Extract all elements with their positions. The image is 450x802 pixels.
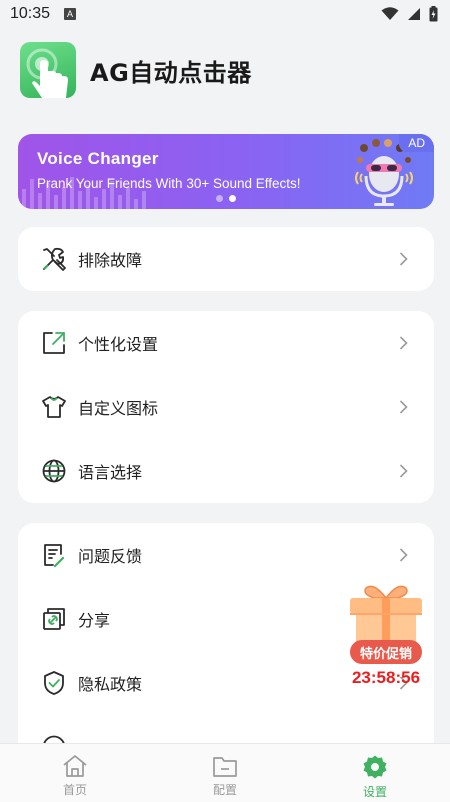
- language-label: 语言选择: [78, 463, 143, 482]
- notification-icon: A: [64, 8, 77, 20]
- troubleshoot-card: 排除故障: [18, 227, 434, 291]
- promo-widget[interactable]: 特价促销 23:58:56: [344, 578, 428, 696]
- chevron-right-icon: [399, 252, 408, 266]
- custom-icon-row[interactable]: 自定义图标: [18, 375, 434, 439]
- tap-hand-icon: [26, 48, 68, 98]
- battery-icon: [429, 6, 438, 22]
- feedback-label: 问题反馈: [78, 547, 143, 566]
- external-square-icon: [40, 329, 68, 357]
- chevron-right-icon: [399, 400, 408, 414]
- nav-settings[interactable]: 设置: [300, 744, 450, 802]
- feedback-doc-icon: [40, 541, 68, 569]
- nav-config[interactable]: 配置: [150, 744, 300, 802]
- ad-page-dot[interactable]: [216, 195, 223, 202]
- status-bar: 10:35 A: [0, 0, 450, 28]
- signal-icon: [408, 8, 420, 20]
- ad-subtitle: Prank Your Friends With 30+ Sound Effect…: [37, 176, 301, 191]
- language-row[interactable]: 语言选择: [18, 439, 434, 503]
- ad-banner[interactable]: Voice Changer Prank Your Friends With 30…: [18, 134, 434, 209]
- app-logo: [20, 42, 76, 98]
- custom-icon-label: 自定义图标: [78, 399, 159, 418]
- chevron-right-icon: [399, 464, 408, 478]
- wifi-icon: [381, 7, 399, 20]
- nav-home[interactable]: 首页: [0, 744, 150, 802]
- ad-page-dot-active[interactable]: [229, 195, 236, 202]
- promo-countdown: 23:58:56: [351, 668, 421, 687]
- privacy-label: 隐私政策: [78, 675, 143, 694]
- nav-settings-label: 设置: [362, 785, 387, 799]
- personalize-card: 个性化设置 自定义图标 语言选择: [18, 311, 434, 503]
- app-title: AG自动点击器: [90, 58, 252, 87]
- troubleshoot-label: 排除故障: [78, 251, 143, 270]
- chevron-right-icon: [399, 336, 408, 350]
- home-icon: [63, 755, 87, 777]
- ad-badge: AD: [399, 134, 434, 152]
- share-link-icon: [40, 605, 68, 633]
- nav-home-label: 首页: [62, 783, 87, 797]
- personal-settings-label: 个性化设置: [78, 335, 159, 354]
- shield-check-icon: [40, 669, 68, 697]
- chevron-right-icon: [399, 548, 408, 562]
- share-label: 分享: [78, 611, 111, 630]
- globe-icon: [40, 457, 68, 485]
- nav-config-label: 配置: [212, 783, 237, 797]
- personal-settings-row[interactable]: 个性化设置: [18, 311, 434, 375]
- ad-pagination: [216, 195, 236, 202]
- bottom-nav: 首页 配置 设置: [0, 743, 450, 802]
- app-header: AG自动点击器: [20, 42, 252, 98]
- status-time: 10:35: [10, 5, 51, 22]
- folder-icon: [213, 757, 237, 777]
- troubleshoot-row[interactable]: 排除故障: [18, 227, 434, 291]
- settings-gear-icon: [363, 755, 387, 779]
- tshirt-icon: [40, 393, 68, 421]
- ad-title: Voice Changer: [37, 149, 159, 168]
- tools-icon: [40, 245, 68, 273]
- promo-label: 特价促销: [350, 640, 422, 664]
